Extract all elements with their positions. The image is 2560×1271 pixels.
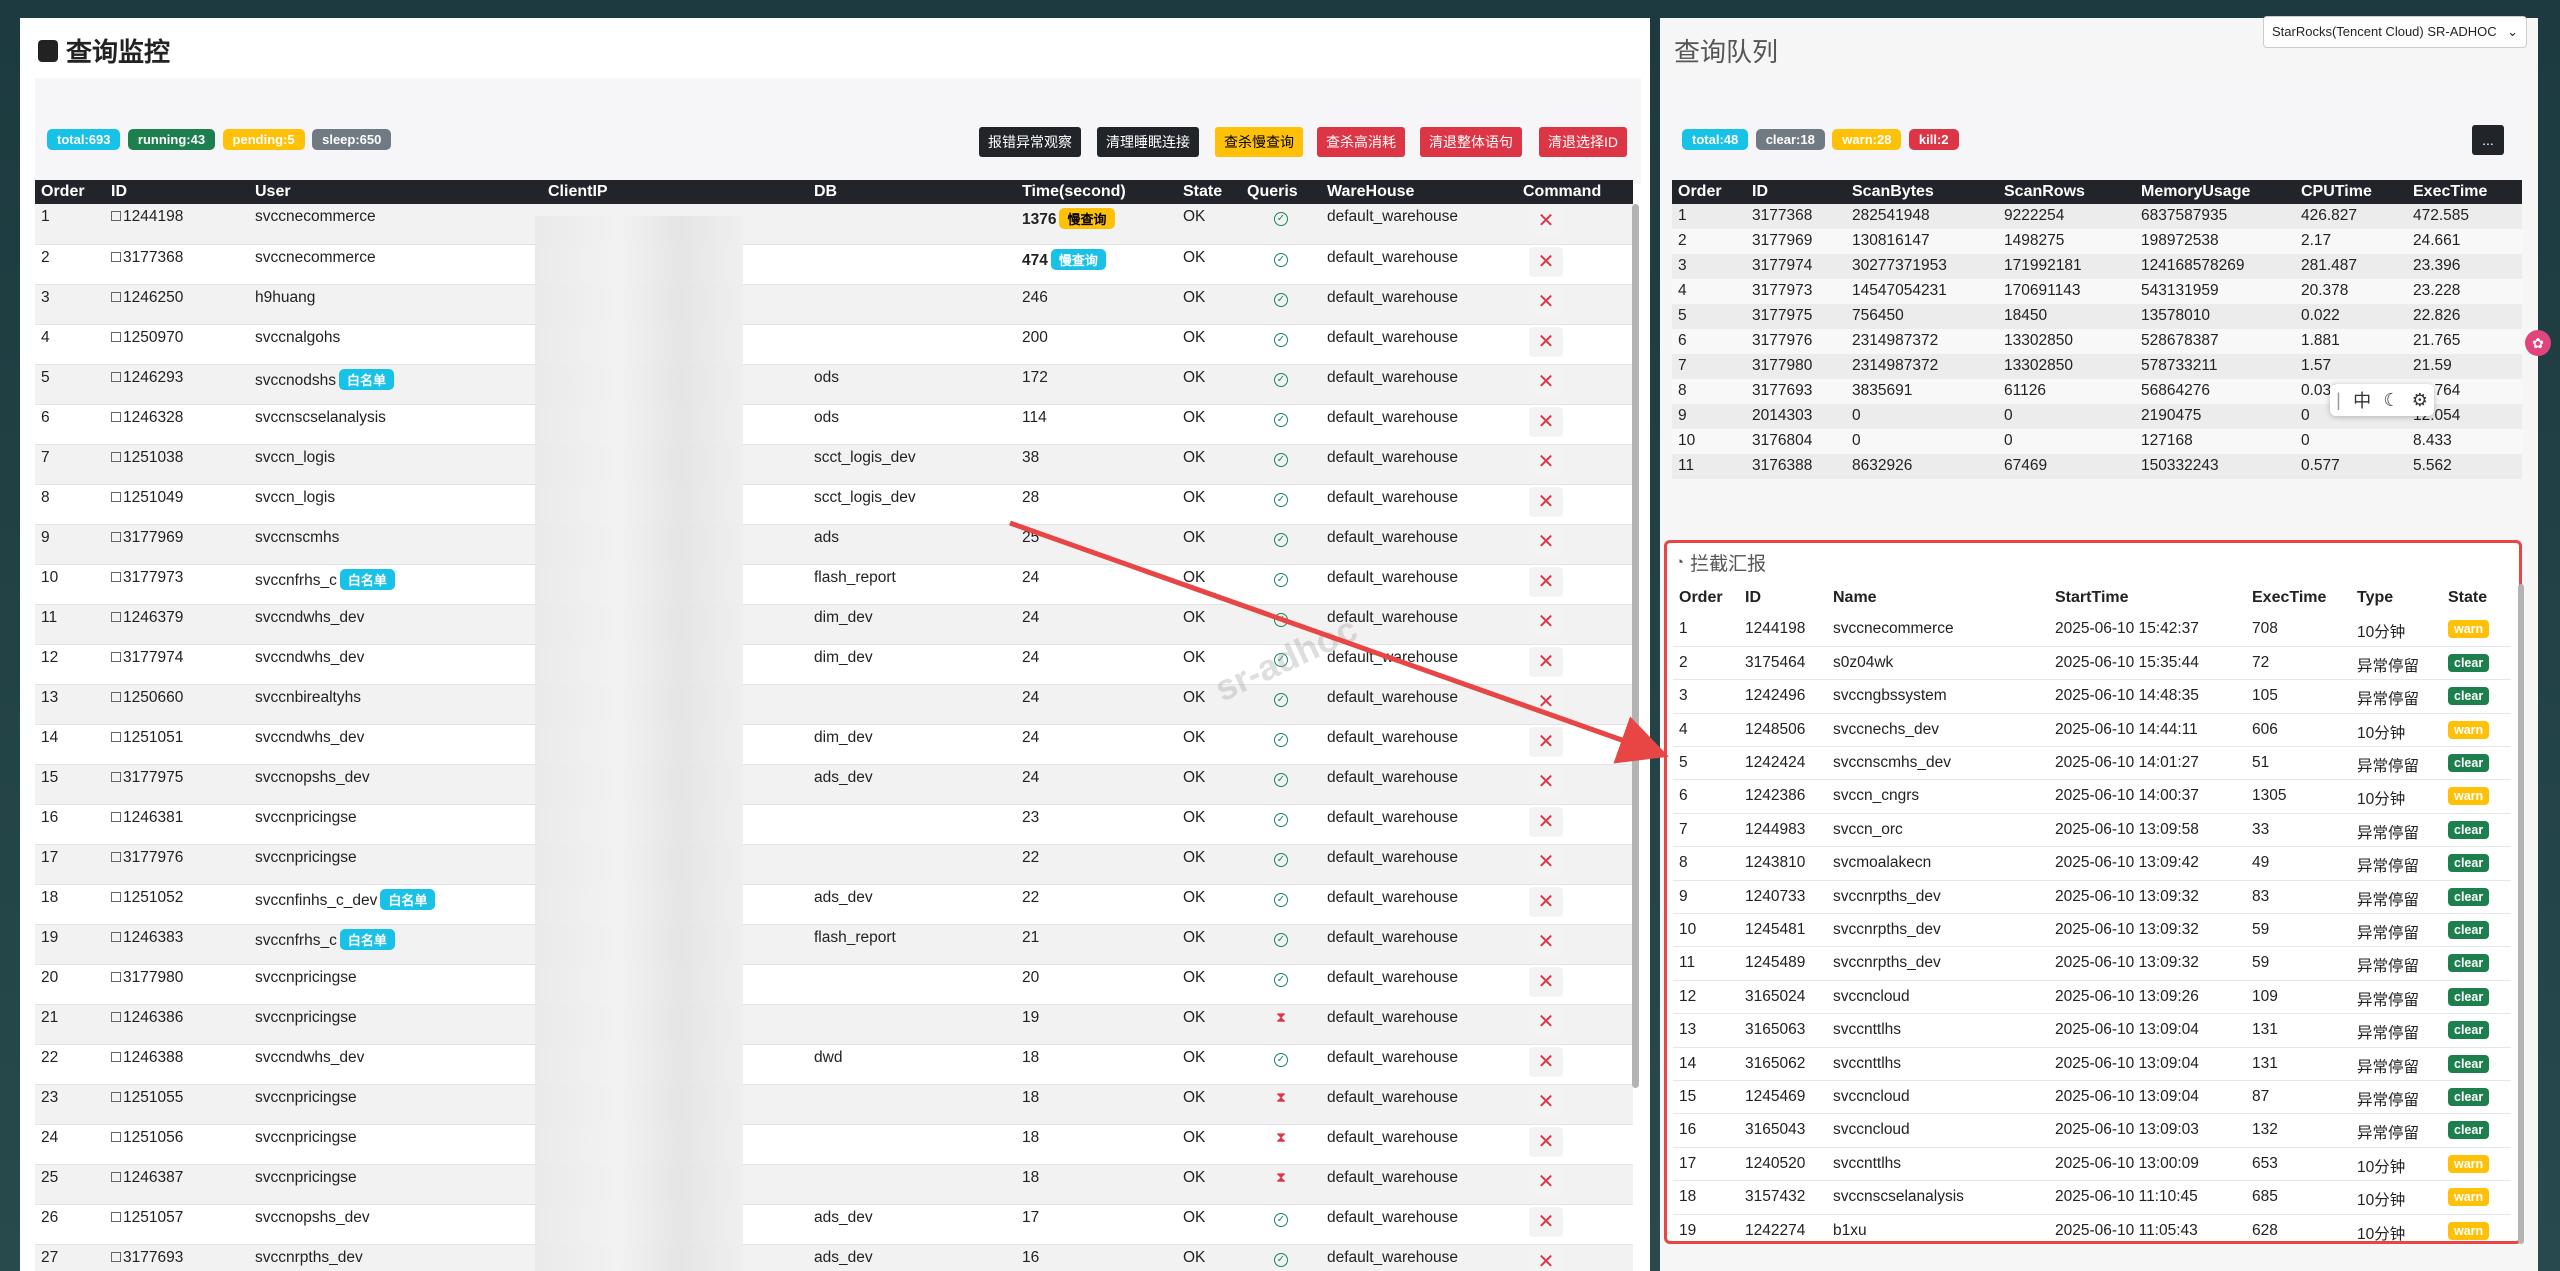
gear-icon[interactable]: ⚙ [2412,390,2428,411]
annotation-arrow [1009,520,1669,764]
assistant-float-icon[interactable]: ✿ [2525,330,2551,356]
moon-icon[interactable]: ☾ [2383,390,2399,411]
ime-divider: | [2336,389,2341,410]
environment-selector-value: StarRocks(Tencent Cloud) SR-ADHOC [2272,24,2497,39]
ime-mode-button[interactable]: 中 [2353,387,2371,413]
environment-selector[interactable]: StarRocks(Tencent Cloud) SR-ADHOC ⌄ [2263,16,2527,48]
chevron-down-icon: ⌄ [2507,24,2518,39]
ime-toolbar: | 中 ☾ ⚙ [2330,384,2434,416]
